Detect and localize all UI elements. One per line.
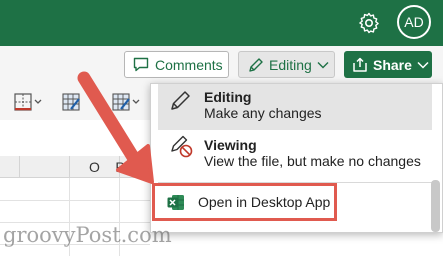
column-header-o[interactable]: O <box>70 156 120 178</box>
editing-mode-button[interactable]: Editing <box>238 51 335 78</box>
chevron-down-icon <box>317 61 329 68</box>
borders-icon[interactable] <box>14 93 44 111</box>
open-in-desktop-app-label: Open in Desktop App <box>198 194 331 210</box>
menu-item-editing-description: Make any changes <box>204 105 322 121</box>
comments-button[interactable]: Comments <box>124 51 229 78</box>
column-header-blank <box>0 156 20 178</box>
column-header-p-label: P <box>115 159 125 175</box>
share-icon <box>353 57 367 72</box>
row-line <box>0 200 150 201</box>
cell-styles-icon[interactable] <box>112 93 142 111</box>
share-button[interactable]: Share <box>344 51 432 78</box>
pencil-icon <box>171 91 190 110</box>
menu-item-viewing-title: Viewing <box>204 137 257 153</box>
chevron-down-icon <box>417 61 429 69</box>
avatar[interactable]: AD <box>397 5 431 39</box>
scrollbar-thumb[interactable] <box>431 180 440 232</box>
gear-icon[interactable] <box>357 11 381 35</box>
excel-icon <box>167 194 184 210</box>
watermark: groovyPost.com <box>3 223 172 247</box>
pencil-slash-icon <box>171 135 193 158</box>
menu-item-editing-title: Editing <box>204 89 252 105</box>
comments-label: Comments <box>155 56 223 73</box>
table-format-icon[interactable] <box>62 93 92 111</box>
menu-item-viewing-description: View the file, but make no changes <box>204 153 421 169</box>
editing-label: Editing <box>269 56 312 73</box>
comment-icon <box>133 57 149 72</box>
column-header <box>20 156 70 178</box>
open-in-desktop-app-button[interactable]: Open in Desktop App <box>152 183 337 221</box>
pencil-icon <box>249 57 263 72</box>
share-label: Share <box>373 56 412 73</box>
